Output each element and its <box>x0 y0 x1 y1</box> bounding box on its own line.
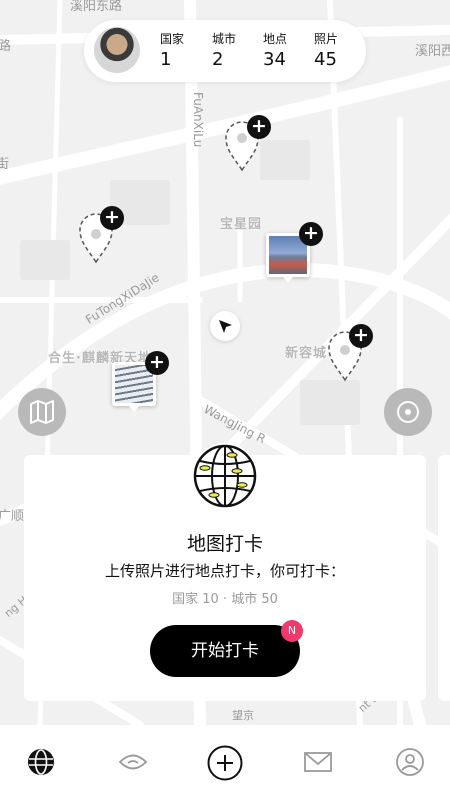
plus-circle-icon <box>207 745 243 781</box>
locate-icon <box>397 401 419 423</box>
card-subtitle: 国家 10 · 城市 50 <box>172 592 278 607</box>
stat-value: 45 <box>314 49 337 70</box>
globe-icon <box>192 443 258 509</box>
map-road-label: FuAnXiLu <box>191 92 205 148</box>
map-road-label: 溪阳东路 <box>70 0 123 14</box>
map-road-label: 街 <box>0 157 10 172</box>
stat-value: 34 <box>263 49 286 70</box>
stat-places: 地点 34 <box>263 30 313 70</box>
current-location-arrow[interactable] <box>210 311 240 341</box>
navigation-arrow-icon <box>219 320 232 333</box>
profile-icon <box>396 748 424 776</box>
map-road-label: 望京 <box>232 709 254 722</box>
add-icon[interactable]: + <box>247 115 271 139</box>
next-card-peek[interactable] <box>438 455 450 701</box>
stat-value: 2 <box>212 49 224 70</box>
tab-messages[interactable] <box>303 747 333 777</box>
card-title: 地图打卡 <box>186 533 263 555</box>
stat-label: 照片 <box>314 32 339 46</box>
new-badge: N <box>281 620 303 642</box>
add-icon[interactable]: + <box>100 206 124 230</box>
stat-label: 城市 <box>212 32 237 46</box>
globe-icon <box>28 749 54 775</box>
avatar[interactable] <box>94 27 140 73</box>
stat-photos: 照片 45 <box>314 30 364 70</box>
eye-icon <box>118 754 148 770</box>
locate-me-button[interactable] <box>384 388 432 436</box>
start-checkin-button[interactable]: 开始打卡 <box>150 625 300 677</box>
tab-profile[interactable] <box>395 747 425 777</box>
bottom-tabbar <box>0 725 450 800</box>
add-icon[interactable]: + <box>349 324 373 348</box>
stat-value: 1 <box>160 49 172 70</box>
stat-label: 国家 <box>160 32 185 46</box>
tab-add[interactable] <box>207 745 243 781</box>
map-place-label: 宝星园 <box>220 217 263 232</box>
map-layers-button[interactable] <box>18 388 66 436</box>
stat-countries: 国家 1 <box>160 30 210 70</box>
stat-cities: 城市 2 <box>212 30 262 70</box>
map-road-label: 溪阳西 <box>415 44 450 59</box>
tab-map[interactable] <box>26 747 56 777</box>
card-description: 上传照片进行地点打卡，你可打卡： <box>104 562 345 580</box>
map-place-label: 新容城 <box>285 346 328 361</box>
add-icon[interactable]: + <box>145 351 169 375</box>
map-road-label: 路 <box>0 39 12 54</box>
tab-discover[interactable] <box>118 747 148 777</box>
stat-label: 地点 <box>263 32 288 46</box>
map-icon <box>30 400 54 424</box>
add-icon[interactable]: + <box>299 222 323 246</box>
stats-bar: 国家 1 城市 2 地点 34 照片 45 <box>84 20 366 82</box>
checkin-card: 地图打卡 上传照片进行地点打卡，你可打卡： 国家 10 · 城市 50 开始打卡… <box>24 443 426 701</box>
mail-icon <box>304 752 332 772</box>
map-road-label: 广顺 <box>0 509 25 524</box>
